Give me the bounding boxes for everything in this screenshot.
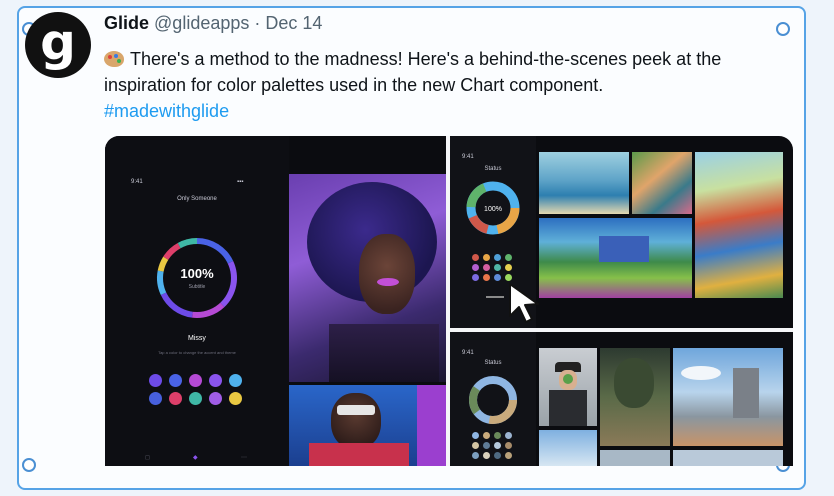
palette-icon [104, 51, 124, 67]
mini-color-dot [483, 254, 490, 261]
mini-color-dot [505, 432, 512, 439]
color-swatch[interactable] [169, 374, 182, 387]
status-time: 9:41 [131, 179, 143, 185]
art-tall-painting [695, 152, 783, 298]
mini-color-dot [483, 442, 490, 449]
mini-color-dot [483, 432, 490, 439]
mini-color-dot [505, 254, 512, 261]
mini-label-bottom: Status [484, 360, 502, 366]
donut-value: 100% [180, 266, 214, 281]
art-cloud-painting [539, 430, 597, 466]
mini-color-dot [505, 442, 512, 449]
phone-caption: Tap a color to change the accent and the… [158, 350, 236, 355]
phone-screenshot: 9:41 ▪▪▪ Only Someone 100% Subtitle Miss… [105, 136, 289, 466]
mini-color-dot [505, 274, 512, 281]
mini-color-dot [494, 264, 501, 271]
media-collage[interactable]: 9:41 ▪▪▪ Only Someone 100% Subtitle Miss… [105, 136, 793, 466]
color-swatch[interactable] [189, 392, 202, 405]
mini-color-dot [472, 432, 479, 439]
status-icons: ▪▪▪ [237, 179, 244, 185]
color-swatch[interactable] [149, 392, 162, 405]
separator-dot: · [254, 13, 261, 33]
mini-color-dot [494, 274, 501, 281]
mini-donut-bottom [469, 376, 517, 424]
user-handle[interactable]: @glideapps [154, 13, 249, 33]
avatar[interactable]: g [25, 12, 91, 78]
color-swatch[interactable] [169, 392, 182, 405]
mini-color-dot [483, 264, 490, 271]
mini-color-dot [494, 432, 501, 439]
color-swatch[interactable] [209, 392, 222, 405]
screen-title: Only Someone [177, 196, 217, 202]
mini-color-dot [472, 442, 479, 449]
tweet-header: Glide @glideapps · Dec 14 [104, 13, 322, 34]
mini-color-dot [472, 254, 479, 261]
mini-color-dot [494, 254, 501, 261]
mini-color-dot [483, 452, 490, 459]
art-sky-castle-painting [673, 348, 783, 446]
mini-color-dot [494, 452, 501, 459]
portrait-photo-purple [289, 174, 446, 382]
art-strip-painting-2 [673, 450, 783, 466]
color-swatch[interactable] [209, 374, 222, 387]
color-swatch[interactable] [189, 374, 202, 387]
mini-label-top: Status [484, 166, 502, 172]
tweet-body: There's a method to the madness! Here's … [104, 49, 722, 95]
mini-donut-top: 100% [466, 181, 520, 235]
tweet-date[interactable]: Dec 14 [265, 13, 322, 33]
mini-color-dot [472, 452, 479, 459]
mini-color-dot [472, 274, 479, 281]
purple-strip [417, 385, 446, 466]
resize-handle-top-right[interactable] [776, 22, 790, 36]
portrait-photo-blue [289, 385, 417, 466]
svg-text:100%: 100% [484, 206, 502, 213]
display-name[interactable]: Glide [104, 13, 149, 33]
tab-icon-home: ◻ [145, 455, 150, 461]
mini-phone-bottom: 9:41 Status [450, 332, 536, 466]
donut-subtitle: Subtitle [189, 284, 206, 290]
tweet-text: There's a method to the madness! Here's … [104, 46, 784, 124]
artist-label: Missy [188, 335, 206, 342]
mini-color-dot [505, 264, 512, 271]
mini-status-bottom: 9:41 [462, 350, 474, 356]
art-strip-painting-1 [600, 450, 670, 466]
art-landscape-painting [539, 218, 692, 298]
hashtag-link[interactable]: #madewithglide [104, 101, 229, 121]
art-tree-painting [600, 348, 670, 446]
mini-color-dot [505, 452, 512, 459]
color-swatch[interactable] [229, 392, 242, 405]
art-garden-painting [632, 152, 692, 214]
mini-color-dot [483, 274, 490, 281]
cursor-arrow-icon [509, 283, 539, 323]
mini-tab-indicator [486, 296, 504, 298]
art-pool-painting [539, 152, 629, 214]
color-swatch[interactable] [149, 374, 162, 387]
tab-icon-chart: ◆ [193, 455, 198, 461]
art-man-in-bowler-hat [539, 348, 597, 426]
resize-handle-bottom-left[interactable] [22, 458, 36, 472]
color-swatch[interactable] [229, 374, 242, 387]
mini-color-dot [494, 442, 501, 449]
mini-color-dot [472, 264, 479, 271]
tab-icon-settings: ⋯ [241, 455, 247, 461]
mini-status-top: 9:41 [462, 154, 474, 160]
